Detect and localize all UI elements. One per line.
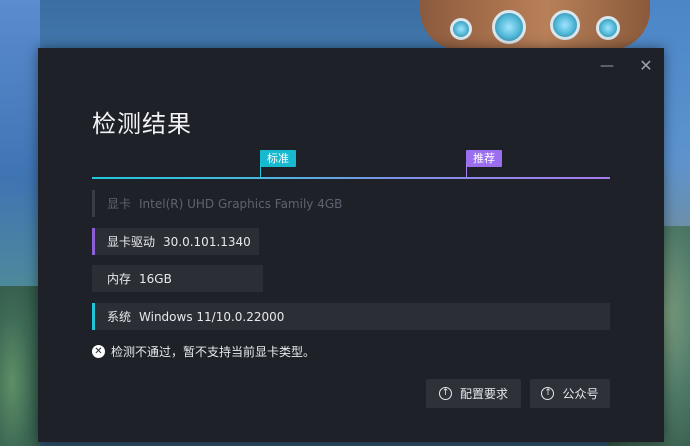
spec-label: 显卡驱动 [107,235,156,249]
spec-value: 16GB [139,271,172,286]
dialog-title: 检测结果 [92,110,192,138]
progress-track [92,177,610,179]
close-circle-icon: ✕ [92,345,105,358]
background-foliage-left [0,286,40,446]
error-text: 检测不通过，暂不支持当前显卡类型。 [111,345,316,359]
error-message: ✕ 检测不通过，暂不支持当前显卡类型。 [92,343,315,360]
recommended-tag: 推荐 [466,150,502,167]
spec-label: 系统 [107,310,132,324]
detection-result-dialog: — ✕ 检测结果 标准 推荐 显卡 Intel(R) UHD Graphics … [38,48,664,442]
official-account-button-label: 公众号 [562,387,599,401]
spec-value: 30.0.101.1340 [163,234,251,249]
tower-window [492,10,526,44]
arrow-up-circle-icon: ↑ [438,387,452,400]
minimize-button[interactable]: — [598,57,616,75]
spec-row-driver: 显卡驱动 30.0.101.1340 [92,228,259,255]
spec-label: 内存 [107,272,132,286]
requirements-button[interactable]: ↑ 配置要求 [426,379,521,408]
official-account-button[interactable]: ↑ 公众号 [530,379,610,408]
tower-window [596,16,620,40]
close-button[interactable]: ✕ [637,57,655,75]
spec-value: Intel(R) UHD Graphics Family 4GB [139,196,343,211]
minimize-icon: — [600,58,614,74]
spec-value: Windows 11/10.0.22000 [139,309,285,324]
spec-row-gpu: 显卡 Intel(R) UHD Graphics Family 4GB [92,190,610,217]
arrow-up-circle-icon: ↑ [541,387,555,400]
standard-tag: 标准 [260,150,296,167]
spec-label: 显卡 [107,197,132,211]
tower-window [450,18,472,40]
requirements-button-label: 配置要求 [459,387,508,401]
close-icon: ✕ [639,56,653,75]
tower-window [550,10,580,40]
spec-row-memory: 内存 16GB [92,265,263,292]
spec-row-os: 系统 Windows 11/10.0.22000 [92,303,610,330]
